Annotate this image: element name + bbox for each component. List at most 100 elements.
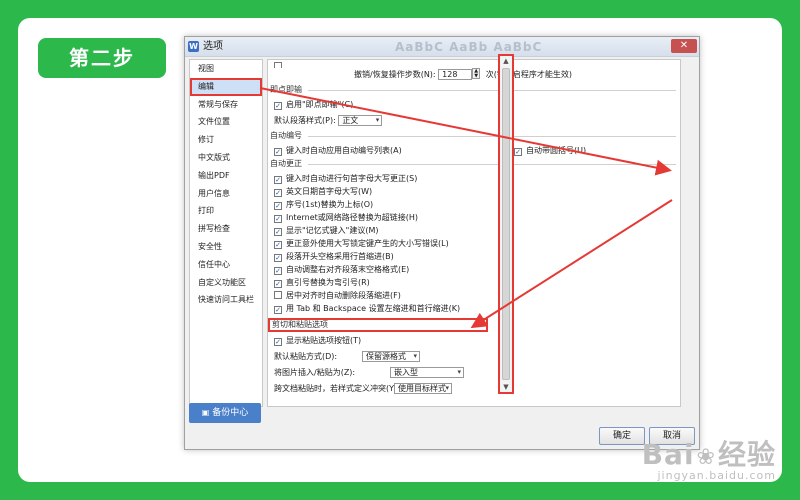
show-paste-button-row[interactable]: ✓ 显示粘贴选项按钮(T): [274, 334, 361, 347]
cross-doc-paste-select[interactable]: 使用目标样式: [394, 383, 452, 394]
nav-item-security[interactable]: 安全性: [190, 238, 262, 256]
dialog-titlebar[interactable]: W 选项 AaBbC AaBb AaBbC ✕: [185, 37, 699, 57]
show-paste-button-label: 显示粘贴选项按钮(T): [286, 336, 362, 345]
ok-button[interactable]: 确定: [599, 427, 645, 445]
nav-item-print[interactable]: 打印: [190, 202, 262, 220]
section-auto-correct: 自动更正: [268, 158, 680, 170]
paw-icon: ❀: [696, 445, 716, 470]
undo-steps-input[interactable]: 128: [438, 69, 473, 80]
undo-steps-row: 撤销/恢复操作步数(N): 128 ▲ ▼ 次(需重启程序才能生效): [354, 68, 572, 81]
clipped-row: [274, 60, 286, 68]
default-paste-row: 默认粘贴方式(D): 保留源格式: [274, 350, 494, 363]
close-button[interactable]: ✕: [671, 39, 697, 53]
options-content: 撤销/恢复操作步数(N): 128 ▲ ▼ 次(需重启程序才能生效) 即点即输 ✓ 启…: [267, 59, 681, 407]
auto-correct-item[interactable]: ✓ 更正意外使用大写锁定键产生的大小写错误(L): [274, 237, 449, 250]
auto-correct-item[interactable]: ✓ 用 Tab 和 Backspace 设置左缩进和首行缩进(K): [274, 302, 460, 315]
nav-item-revision[interactable]: 修订: [190, 131, 262, 149]
backup-center-button[interactable]: ▣ 备份中心: [189, 403, 261, 423]
auto-parentheses-label: 自动带圆括号(U): [526, 146, 587, 155]
auto-correct-label: 显示"记忆式键入"建议(M): [286, 226, 379, 235]
auto-correct-checkbox[interactable]: ✓: [274, 267, 282, 275]
nav-item-general-save[interactable]: 常规与保存: [190, 96, 262, 114]
auto-numbering-label: 键入时自动应用自动编号列表(A): [286, 146, 402, 155]
enable-click-and-type-checkbox[interactable]: ✓: [274, 102, 282, 110]
image-insert-label: 将图片插入/粘贴为(Z):: [274, 368, 356, 377]
default-paragraph-style-select[interactable]: 正文: [338, 115, 383, 126]
checkbox[interactable]: [274, 62, 282, 68]
auto-correct-item[interactable]: ✓ 段落开头空格采用行首缩进(B): [274, 250, 394, 263]
nav-item-chinese-layout[interactable]: 中文版式: [190, 149, 262, 167]
auto-correct-checkbox[interactable]: ✓: [274, 202, 282, 210]
show-paste-button-checkbox[interactable]: ✓: [274, 338, 282, 346]
auto-correct-label: 居中对齐时自动删除段落缩进(F): [286, 291, 401, 300]
auto-correct-label: 序号(1st)替换为上标(O): [286, 200, 374, 209]
image-insert-row: 将图片插入/粘贴为(Z): 嵌入型: [274, 366, 494, 379]
auto-correct-item[interactable]: ✓ 英文日期首字母大写(W): [274, 185, 372, 198]
backup-center-label: 备份中心: [212, 408, 249, 418]
backup-icon: ▣: [201, 408, 210, 417]
nav-item-view[interactable]: 视图: [190, 60, 262, 78]
auto-correct-label: Internet或网络路径替换为超链接(H): [286, 213, 419, 222]
undo-steps-stepper[interactable]: ▲ ▼: [472, 68, 481, 79]
auto-correct-label: 英文日期首字母大写(W): [286, 187, 373, 196]
auto-correct-item[interactable]: ✓ 显示"记忆式键入"建议(M): [274, 224, 379, 237]
auto-correct-label: 键入时自动进行句首字母大写更正(S): [286, 174, 418, 183]
default-paste-label: 默认粘贴方式(D):: [274, 352, 338, 361]
auto-correct-item[interactable]: ✓ 自动调整右对齐段落末空格格式(E): [274, 263, 409, 276]
cross-doc-paste-label: 跨文档粘贴时，若样式定义冲突(Y):: [274, 384, 400, 393]
cross-doc-paste-row: 跨文档粘贴时，若样式定义冲突(Y): 使用目标样式: [274, 382, 494, 395]
baidu-jingyan-watermark: Bai❀经验 jingyan.baidu.com: [642, 433, 776, 482]
section-auto-numbering: 自动编号: [268, 130, 680, 142]
auto-numbering-row[interactable]: ✓ 键入时自动应用自动编号列表(A): [274, 144, 402, 157]
scroll-thumb[interactable]: [502, 68, 510, 380]
nav-item-trust-center[interactable]: 信任中心: [190, 256, 262, 274]
undo-steps-label: 撤销/恢复操作步数(N):: [354, 70, 436, 79]
auto-correct-item[interactable]: ✓ 键入时自动进行句首字母大写更正(S): [274, 172, 417, 185]
auto-correct-checkbox[interactable]: ✓: [274, 241, 282, 249]
auto-correct-item[interactable]: ✓ 序号(1st)替换为上标(O): [274, 198, 373, 211]
options-dialog: W 选项 AaBbC AaBb AaBbC ✕ 视图 编辑 常规与保存 文件位置…: [184, 36, 700, 450]
auto-correct-checkbox[interactable]: [274, 291, 282, 299]
nav-item-user-info[interactable]: 用户信息: [190, 185, 262, 203]
dialog-title: 选项: [203, 41, 223, 52]
auto-correct-checkbox[interactable]: ✓: [274, 228, 282, 236]
auto-numbering-checkbox[interactable]: ✓: [274, 148, 282, 156]
options-nav: 视图 编辑 常规与保存 文件位置 修订 中文版式 输出PDF 用户信息 打印 拼…: [189, 59, 263, 407]
enable-click-and-type-label: 启用"即点即输"(C): [286, 100, 354, 109]
auto-correct-item[interactable]: ✓ 直引号替换为弯引号(R): [274, 276, 370, 289]
nav-item-edit[interactable]: 编辑: [190, 77, 262, 96]
nav-item-quick-access-toolbar[interactable]: 快速访问工具栏: [190, 291, 262, 309]
auto-correct-checkbox[interactable]: ✓: [274, 189, 282, 197]
nav-item-spell-check[interactable]: 拼写检查: [190, 220, 262, 238]
image-insert-select[interactable]: 嵌入型: [390, 367, 464, 378]
auto-correct-checkbox[interactable]: ✓: [274, 215, 282, 223]
auto-correct-checkbox[interactable]: ✓: [274, 306, 282, 314]
auto-correct-label: 用 Tab 和 Backspace 设置左缩进和首行缩进(K): [286, 304, 461, 313]
nav-item-file-location[interactable]: 文件位置: [190, 113, 262, 131]
auto-correct-label: 直引号替换为弯引号(R): [286, 278, 370, 287]
auto-correct-checkbox[interactable]: ✓: [274, 280, 282, 288]
enable-click-and-type-row[interactable]: ✓ 启用"即点即输"(C): [274, 98, 353, 111]
section-cut-and-paste: 剪切和粘贴选项: [268, 318, 488, 332]
auto-correct-checkbox[interactable]: ✓: [274, 254, 282, 262]
auto-correct-item[interactable]: ✓ Internet或网络路径替换为超链接(H): [274, 211, 418, 224]
default-paragraph-style-label: 默认段落样式(P):: [274, 116, 336, 125]
scroll-up-icon[interactable]: ▲: [501, 56, 511, 66]
auto-correct-item[interactable]: 居中对齐时自动删除段落缩进(F): [274, 289, 401, 302]
watermark-url: jingyan.baidu.com: [657, 469, 776, 482]
auto-correct-label: 段落开头空格采用行首缩进(B): [286, 252, 394, 261]
style-preview-ghost: AaBbC AaBb AaBbC: [395, 40, 543, 54]
auto-correct-checkbox[interactable]: ✓: [274, 176, 282, 184]
nav-item-customize-ribbon[interactable]: 自定义功能区: [190, 274, 262, 292]
default-paste-select[interactable]: 保留源格式: [362, 351, 420, 362]
default-paragraph-style-row: 默认段落样式(P): 正文: [274, 114, 383, 127]
auto-parentheses-row[interactable]: ✓ 自动带圆括号(U): [514, 144, 586, 157]
section-click-and-type: 即点即输: [268, 84, 680, 96]
scroll-down-icon[interactable]: ▼: [501, 382, 511, 392]
content-scrollbar-highlighted[interactable]: ▲ ▼: [498, 54, 514, 394]
step-badge: 第二步: [38, 38, 166, 78]
nav-item-output-pdf[interactable]: 输出PDF: [190, 167, 262, 185]
watermark-logo: Bai❀经验: [642, 433, 776, 473]
auto-parentheses-checkbox[interactable]: ✓: [514, 148, 522, 156]
auto-correct-label: 自动调整右对齐段落末空格格式(E): [286, 265, 410, 274]
